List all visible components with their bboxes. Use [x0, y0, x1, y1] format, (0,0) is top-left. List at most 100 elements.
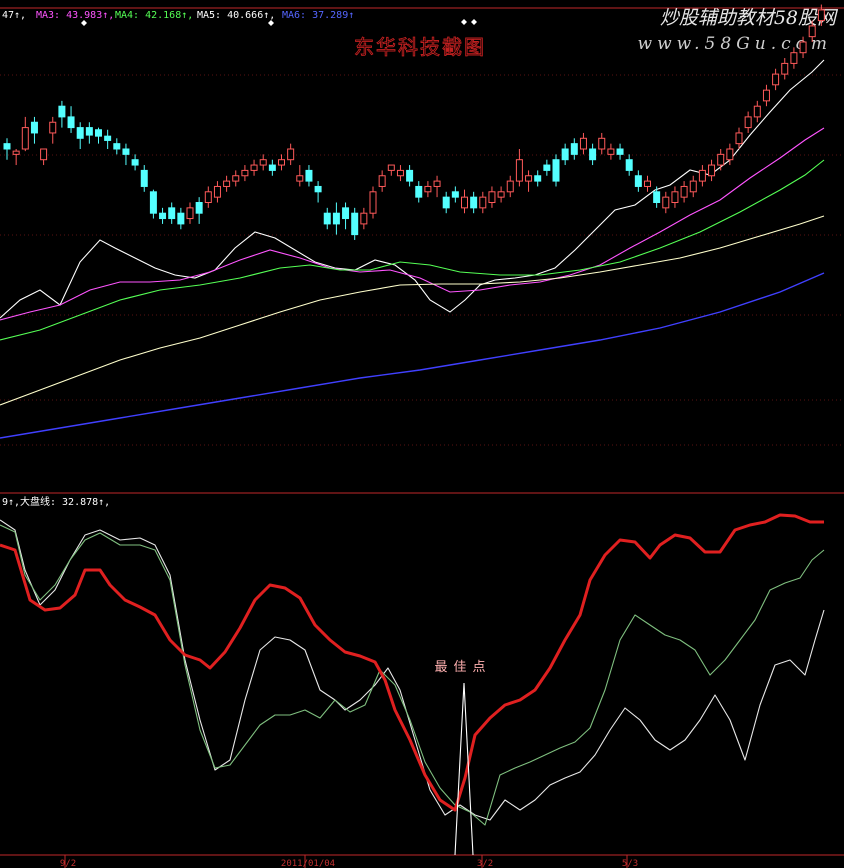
- candle-body: [250, 164, 258, 171]
- candle-body: [753, 105, 761, 118]
- indicator-label: 大盘线: 32.878↑,: [20, 495, 110, 508]
- candle-body: [762, 89, 770, 102]
- candle-body: [67, 116, 75, 129]
- ma-item-2: MA3: 43.983↑,: [36, 10, 114, 21]
- candle-body: [579, 137, 587, 150]
- candle-body: [552, 159, 560, 182]
- candle-body: [525, 175, 533, 182]
- x-axis-label: 9/2: [60, 859, 76, 868]
- candle-body: [415, 185, 423, 198]
- candle-body: [223, 180, 231, 187]
- candle-body: [232, 175, 240, 182]
- candle-body: [607, 148, 615, 155]
- candle-body: [351, 212, 359, 236]
- candle-body: [378, 175, 386, 187]
- candle-body: [561, 148, 569, 161]
- candle-body: [360, 212, 368, 225]
- candle-body: [515, 159, 523, 182]
- candle-body: [461, 196, 468, 209]
- candle-body: [689, 180, 697, 193]
- candle-body: [122, 148, 130, 155]
- candle-body: [625, 159, 633, 171]
- ma-item-5: MA6: 37.289↑: [282, 10, 354, 21]
- candle-body: [186, 207, 194, 220]
- candle-body: [680, 185, 688, 198]
- candle-body: [296, 175, 304, 182]
- candle-body: [662, 196, 670, 209]
- candle-body: [278, 159, 285, 166]
- candle-body: [598, 137, 606, 150]
- candle-body: [3, 143, 11, 150]
- candle-body: [470, 196, 478, 209]
- candle-body: [634, 175, 642, 187]
- candle-body: [799, 41, 807, 54]
- candle-body: [616, 148, 624, 155]
- candle-body: [717, 153, 725, 166]
- candle-body: [305, 169, 313, 182]
- center-title-watermark: 东华科技截图: [354, 35, 486, 59]
- candle-body: [781, 62, 789, 75]
- candle-body: [570, 143, 578, 155]
- ma-item-1: 47↑,: [2, 10, 26, 21]
- best-point-annotation: 最佳点: [434, 660, 491, 675]
- ma-item-4: MA5: 40.666↑,: [197, 10, 275, 21]
- candle-body: [314, 185, 322, 193]
- candle-body: [726, 148, 734, 161]
- candle-body: [451, 191, 459, 198]
- candle-body: [76, 127, 84, 139]
- candle-body: [817, 9, 825, 22]
- candle-body: [213, 185, 221, 198]
- candle-body: [342, 207, 350, 220]
- indicator-prefix: 9↑,: [2, 497, 20, 508]
- candle-body: [698, 169, 706, 182]
- stock-chart: 47↑, MA3: 43.983↑, MA4: 42.168↑, MA5: 40…: [0, 0, 844, 868]
- candle-body: [387, 164, 395, 171]
- candle-body: [406, 169, 414, 182]
- candle-body: [131, 159, 139, 166]
- candle-body: [433, 180, 441, 187]
- candle-body: [708, 164, 716, 177]
- candle-body: [85, 127, 93, 136]
- x-axis-label: 3/2: [477, 859, 493, 868]
- candle-body: [671, 191, 679, 204]
- candle-body: [442, 196, 450, 209]
- candle-body: [534, 175, 542, 182]
- candle-body: [497, 191, 505, 198]
- candle-body: [488, 191, 496, 204]
- candle-body: [479, 196, 487, 209]
- indicator-header: 9↑, 大盘线: 32.878↑,: [2, 495, 110, 508]
- candle-body: [241, 169, 249, 177]
- candle-body: [104, 135, 112, 141]
- candle-body: [49, 121, 57, 134]
- candle-body: [113, 143, 121, 150]
- candle-body: [268, 164, 276, 171]
- candle-body: [259, 159, 267, 166]
- candle-body: [332, 212, 340, 225]
- candle-body: [204, 191, 212, 204]
- x-axis-label: 2011/01/04: [281, 859, 335, 868]
- candle-body: [159, 212, 167, 220]
- candle-body: [30, 121, 38, 134]
- candle-body: [95, 129, 102, 137]
- candle-body: [396, 169, 404, 177]
- candle-body: [58, 105, 66, 118]
- candle-body: [21, 127, 29, 150]
- x-axis-label: 5/3: [622, 859, 638, 868]
- ma-item-3: MA4: 42.168↑,: [115, 10, 193, 21]
- candle-body: [177, 212, 185, 225]
- candle-body: [735, 132, 743, 145]
- candle-body: [323, 212, 331, 225]
- candle-body: [40, 148, 48, 161]
- candle-body: [744, 116, 752, 129]
- candle-body: [790, 52, 798, 64]
- candle-body: [195, 202, 203, 214]
- candle-body: [589, 148, 597, 161]
- candle-body: [808, 25, 816, 38]
- candle-body: [506, 180, 514, 193]
- candle-body: [149, 191, 157, 214]
- candle-body: [543, 164, 551, 171]
- chart-background: [0, 0, 844, 868]
- candle-body: [644, 180, 651, 187]
- ma-header: 47↑, MA3: 43.983↑, MA4: 42.168↑, MA5: 40…: [2, 10, 354, 21]
- candle-body: [772, 73, 780, 86]
